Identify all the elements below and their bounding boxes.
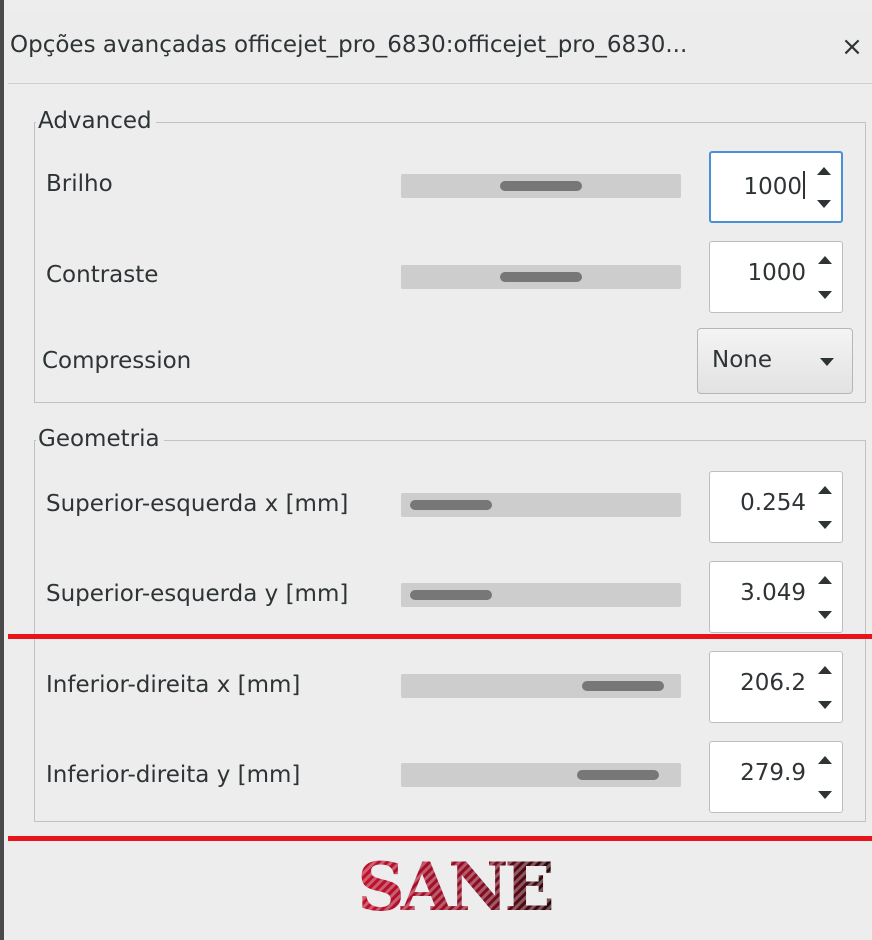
brightness-slider-handle[interactable] — [500, 181, 582, 191]
chevron-down-icon — [820, 358, 834, 366]
sane-logo-stripes: SANE — [357, 848, 551, 920]
top-left-x-value: 0.254 — [740, 490, 806, 516]
top-left-y-slider-handle[interactable] — [410, 590, 492, 600]
top-left-x-label: Superior-esquerda x [mm] — [46, 491, 349, 517]
brightness-increment-icon[interactable] — [807, 153, 841, 188]
top-left-y-label: Superior-esquerda y [mm] — [46, 581, 349, 607]
compression-value: None — [712, 347, 773, 373]
bottom-right-y-decrement-icon[interactable] — [808, 777, 842, 812]
top-left-x-slider[interactable] — [401, 493, 681, 517]
top-left-y-slider[interactable] — [401, 583, 681, 607]
contrast-value: 1000 — [747, 260, 806, 286]
top-left-x-spinbox[interactable]: 0.254 — [709, 471, 843, 543]
bottom-right-y-increment-icon[interactable] — [808, 742, 842, 777]
bottom-right-y-spinbox[interactable]: 279.9 — [709, 741, 843, 813]
title-bar[interactable]: Opções avançadas officejet_pro_6830:offi… — [8, 10, 872, 84]
contrast-decrement-icon[interactable] — [808, 277, 842, 312]
top-left-y-value: 3.049 — [740, 580, 806, 606]
bottom-right-y-value: 279.9 — [740, 760, 806, 786]
bottom-right-y-label: Inferior-direita y [mm] — [46, 762, 301, 788]
bottom-right-x-label: Inferior-direita x [mm] — [46, 672, 301, 698]
bottom-right-y-slider[interactable] — [401, 763, 681, 787]
bottom-right-x-increment-icon[interactable] — [808, 652, 842, 687]
bottom-right-x-spinbox[interactable]: 206.2 — [709, 651, 843, 723]
contrast-slider-handle[interactable] — [500, 272, 582, 282]
highlight-line-bottom — [8, 836, 872, 841]
top-left-y-decrement-icon[interactable] — [808, 597, 842, 632]
top-left-x-increment-icon[interactable] — [808, 472, 842, 507]
bottom-right-y-slider-handle[interactable] — [577, 770, 659, 780]
bottom-right-x-value: 206.2 — [740, 670, 806, 696]
text-caret — [803, 171, 805, 199]
brightness-decrement-icon[interactable] — [807, 186, 841, 221]
bottom-right-x-slider-handle[interactable] — [582, 681, 664, 691]
top-left-y-increment-icon[interactable] — [808, 562, 842, 597]
brightness-label: Brilho — [46, 171, 113, 197]
bottom-right-x-slider[interactable] — [401, 674, 681, 698]
close-icon[interactable]: × — [834, 32, 870, 66]
contrast-spinbox[interactable]: 1000 — [709, 241, 843, 313]
advanced-frame-label: Advanced — [36, 108, 156, 134]
geometry-frame-label: Geometria — [36, 426, 164, 452]
bottom-right-x-decrement-icon[interactable] — [808, 687, 842, 722]
highlight-line-top — [8, 634, 872, 639]
compression-dropdown[interactable]: None — [697, 328, 853, 394]
contrast-slider[interactable] — [401, 265, 681, 289]
top-left-y-spinbox[interactable]: 3.049 — [709, 561, 843, 633]
contrast-increment-icon[interactable] — [808, 242, 842, 277]
brightness-slider[interactable] — [401, 174, 681, 198]
compression-label: Compression — [42, 348, 192, 374]
top-left-x-decrement-icon[interactable] — [808, 507, 842, 542]
sane-logo: SANE SANE — [357, 848, 555, 920]
window-title: Opções avançadas officejet_pro_6830:offi… — [10, 32, 688, 58]
contrast-label: Contraste — [46, 262, 159, 288]
brightness-value: 1000 — [743, 174, 802, 200]
top-left-x-slider-handle[interactable] — [410, 500, 492, 510]
brightness-spinbox[interactable]: 1000 — [709, 151, 843, 223]
advanced-options-window: Opções avançadas officejet_pro_6830:offi… — [0, 0, 872, 940]
